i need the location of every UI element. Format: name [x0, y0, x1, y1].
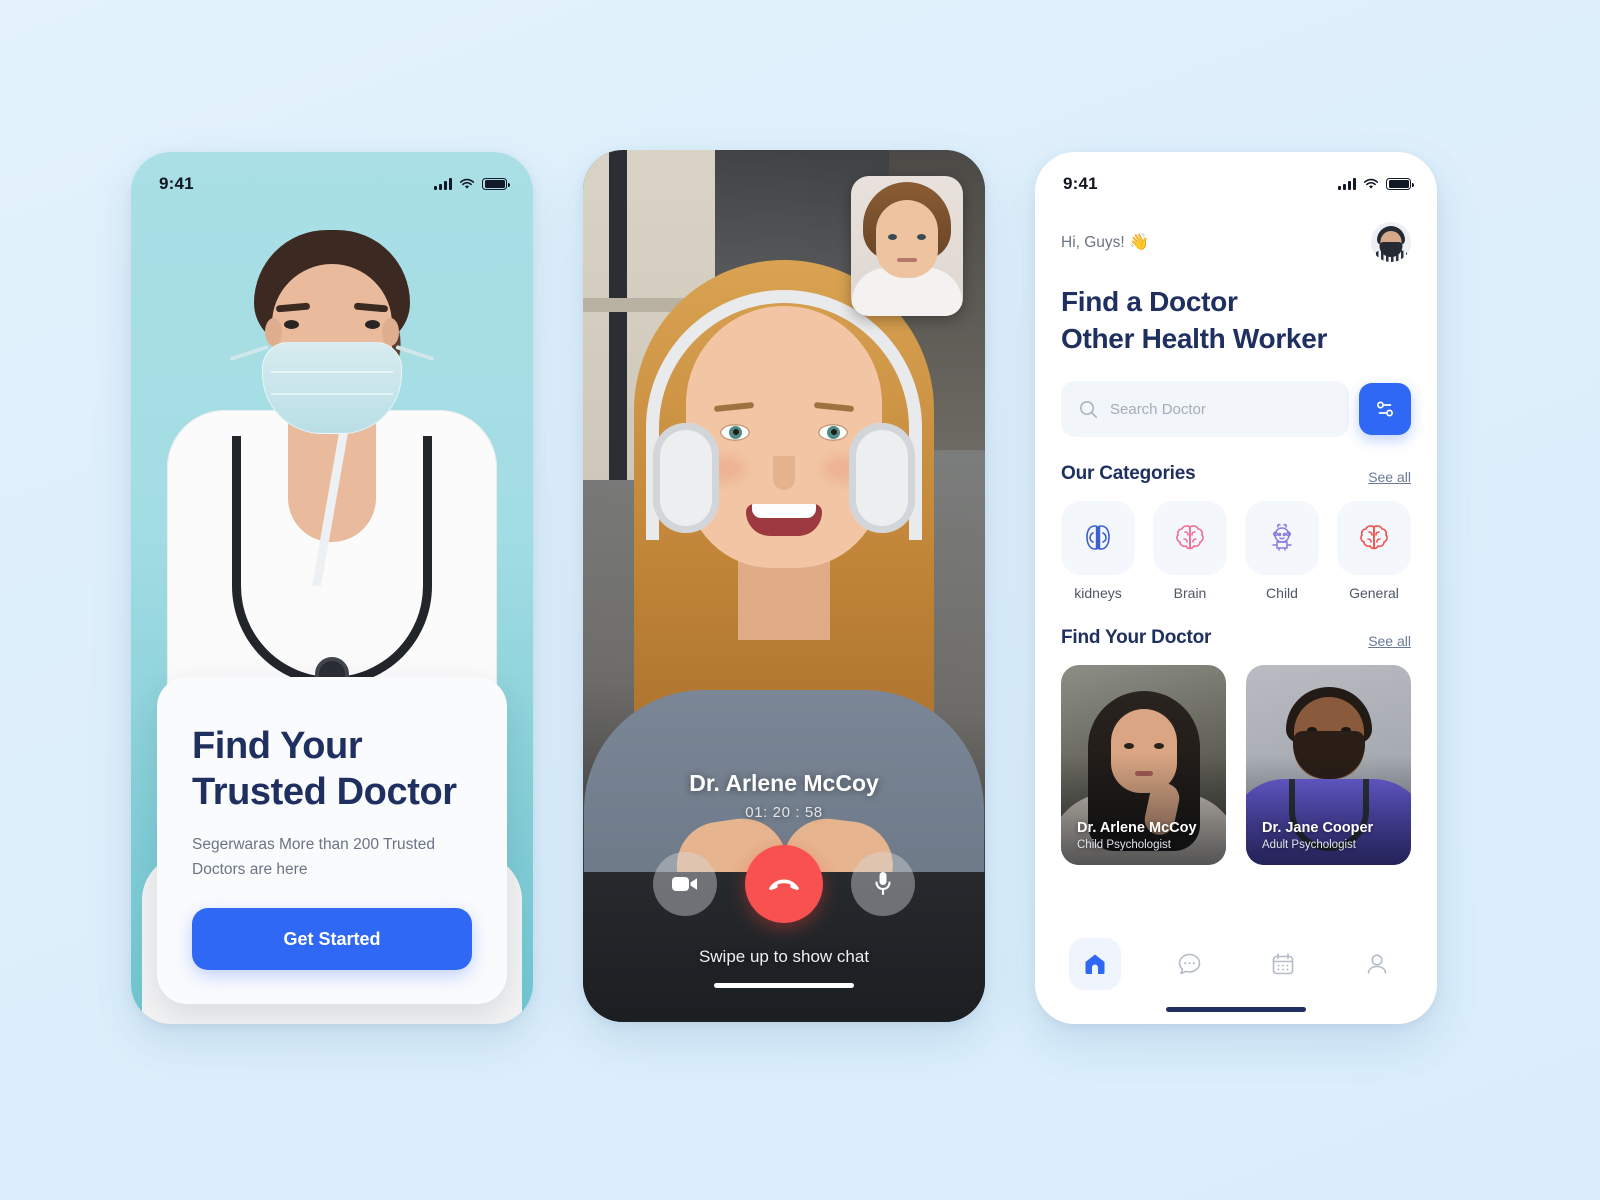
- bottom-tab-bar: [1061, 938, 1411, 990]
- greeting-text: Hi, Guys! 👋: [1061, 232, 1149, 252]
- phone-hangup-icon: [769, 879, 799, 890]
- status-bar: 9:41: [1035, 152, 1437, 202]
- filter-button[interactable]: [1359, 383, 1411, 436]
- title-line-2: Other Health Worker: [1061, 322, 1328, 354]
- caller-name: Dr. Arlene McCoy: [689, 770, 879, 796]
- swipe-up-hint[interactable]: Swipe up to show chat: [583, 947, 985, 967]
- category-item-general[interactable]: General: [1337, 501, 1411, 601]
- categories-see-all-link[interactable]: See all: [1368, 469, 1411, 485]
- call-controls-overlay: Dr. Arlene McCoy 01: 20 : 58 Swipe up to…: [583, 770, 985, 1022]
- status-bar: [583, 150, 985, 200]
- title-line-1: Find Your: [192, 724, 363, 767]
- search-row: [1061, 381, 1411, 438]
- doctors-section-header: Find Your Doctor See all: [1061, 627, 1411, 649]
- page-title: Find a Doctor Other Health Worker: [1061, 284, 1411, 357]
- person-icon: [1367, 954, 1387, 974]
- home-icon: [1085, 954, 1105, 974]
- toggle-mic-button[interactable]: [851, 852, 915, 916]
- categories-list: kidneys Brain Child General: [1061, 501, 1411, 601]
- child-icon: [1245, 501, 1319, 576]
- call-duration: 01: 20 : 58: [745, 804, 823, 821]
- doctor-role: Child Psychologist: [1077, 839, 1171, 852]
- home-indicator: [714, 983, 854, 988]
- category-label: General: [1349, 585, 1399, 602]
- doctor-card[interactable]: Dr. Arlene McCoy Child Psychologist: [1061, 665, 1226, 866]
- category-label: Child: [1266, 585, 1298, 602]
- screens-showcase: 9:41 Find Your Trusted Doctor Segerwaras…: [0, 0, 1600, 1200]
- brain-icon: [1153, 501, 1227, 576]
- search-input[interactable]: [1110, 400, 1331, 418]
- doctor-name: Dr. Arlene McCoy: [1077, 820, 1197, 837]
- doctors-title: Find Your Doctor: [1061, 627, 1212, 649]
- categories-section-header: Our Categories See all: [1061, 463, 1411, 485]
- categories-title: Our Categories: [1061, 463, 1196, 485]
- toggle-video-button[interactable]: [653, 852, 717, 916]
- wifi-icon: [459, 178, 475, 189]
- wifi-icon: [1363, 178, 1379, 189]
- doctor-head: [229, 230, 435, 438]
- onboarding-subtitle: Segerwaras More than 200 Trusted Doctors…: [192, 835, 435, 878]
- end-call-button[interactable]: [745, 845, 823, 923]
- kidneys-icon: [1061, 501, 1135, 576]
- category-item-kidneys[interactable]: kidneys: [1061, 501, 1135, 601]
- doctor-role: Adult Psychologist: [1262, 839, 1356, 852]
- brain-general-icon: [1337, 501, 1411, 576]
- category-label: kidneys: [1074, 585, 1122, 602]
- category-item-brain[interactable]: Brain: [1153, 501, 1227, 601]
- search-icon: [1080, 400, 1098, 418]
- status-time: 9:41: [1063, 174, 1098, 193]
- tab-calendar[interactable]: [1257, 938, 1309, 990]
- tab-chat[interactable]: [1163, 938, 1215, 990]
- calendar-icon: [1272, 953, 1294, 975]
- title-line-2: Trusted Doctor: [192, 771, 457, 814]
- status-time: 9:41: [159, 174, 194, 193]
- battery-full-icon: [1386, 177, 1414, 191]
- title-line-1: Find a Doctor: [1061, 286, 1238, 317]
- doctors-see-all-link[interactable]: See all: [1368, 633, 1411, 649]
- battery-full-icon: [482, 177, 510, 191]
- home-screen: 9:41 Hi, Guys! 👋 Find a Doctor Other Hea…: [1035, 152, 1437, 1024]
- tab-profile[interactable]: [1351, 938, 1403, 990]
- video-call-screen: Dr. Arlene McCoy 01: 20 : 58 Swipe up to…: [583, 150, 985, 1022]
- user-avatar[interactable]: [1371, 222, 1411, 262]
- search-field[interactable]: [1061, 381, 1349, 438]
- microphone-icon: [875, 872, 891, 896]
- filter-sliders-icon: [1377, 401, 1393, 417]
- video-camera-icon: [672, 877, 697, 891]
- chat-bubble-icon: [1178, 953, 1200, 974]
- greeting-label: Hi, Guys!: [1061, 234, 1125, 251]
- waving-hand-icon: 👋: [1129, 234, 1149, 251]
- signal-bars-icon: [434, 178, 452, 190]
- tab-home[interactable]: [1069, 938, 1121, 990]
- doctor-card[interactable]: Dr. Jane Cooper Adult Psychologist: [1246, 665, 1411, 866]
- greeting-row: Hi, Guys! 👋: [1061, 222, 1411, 262]
- stethoscope-icon: [232, 436, 432, 691]
- get-started-button[interactable]: Get Started: [192, 908, 472, 970]
- signal-bars-icon: [1338, 178, 1356, 190]
- doctors-list: Dr. Arlene McCoy Child Psychologist Dr. …: [1061, 665, 1411, 866]
- onboarding-card: Find Your Trusted Doctor Segerwaras More…: [157, 676, 507, 1004]
- category-item-child[interactable]: Child: [1245, 501, 1319, 601]
- home-indicator: [1166, 1007, 1306, 1012]
- onboarding-screen: 9:41 Find Your Trusted Doctor Segerwaras…: [131, 152, 533, 1024]
- page-title: Find Your Trusted Doctor: [192, 723, 472, 816]
- status-bar: 9:41: [131, 152, 533, 202]
- category-label: Brain: [1173, 585, 1207, 602]
- face-mask-icon: [229, 342, 435, 434]
- call-buttons-row: [583, 845, 985, 923]
- doctor-name: Dr. Jane Cooper: [1262, 820, 1374, 837]
